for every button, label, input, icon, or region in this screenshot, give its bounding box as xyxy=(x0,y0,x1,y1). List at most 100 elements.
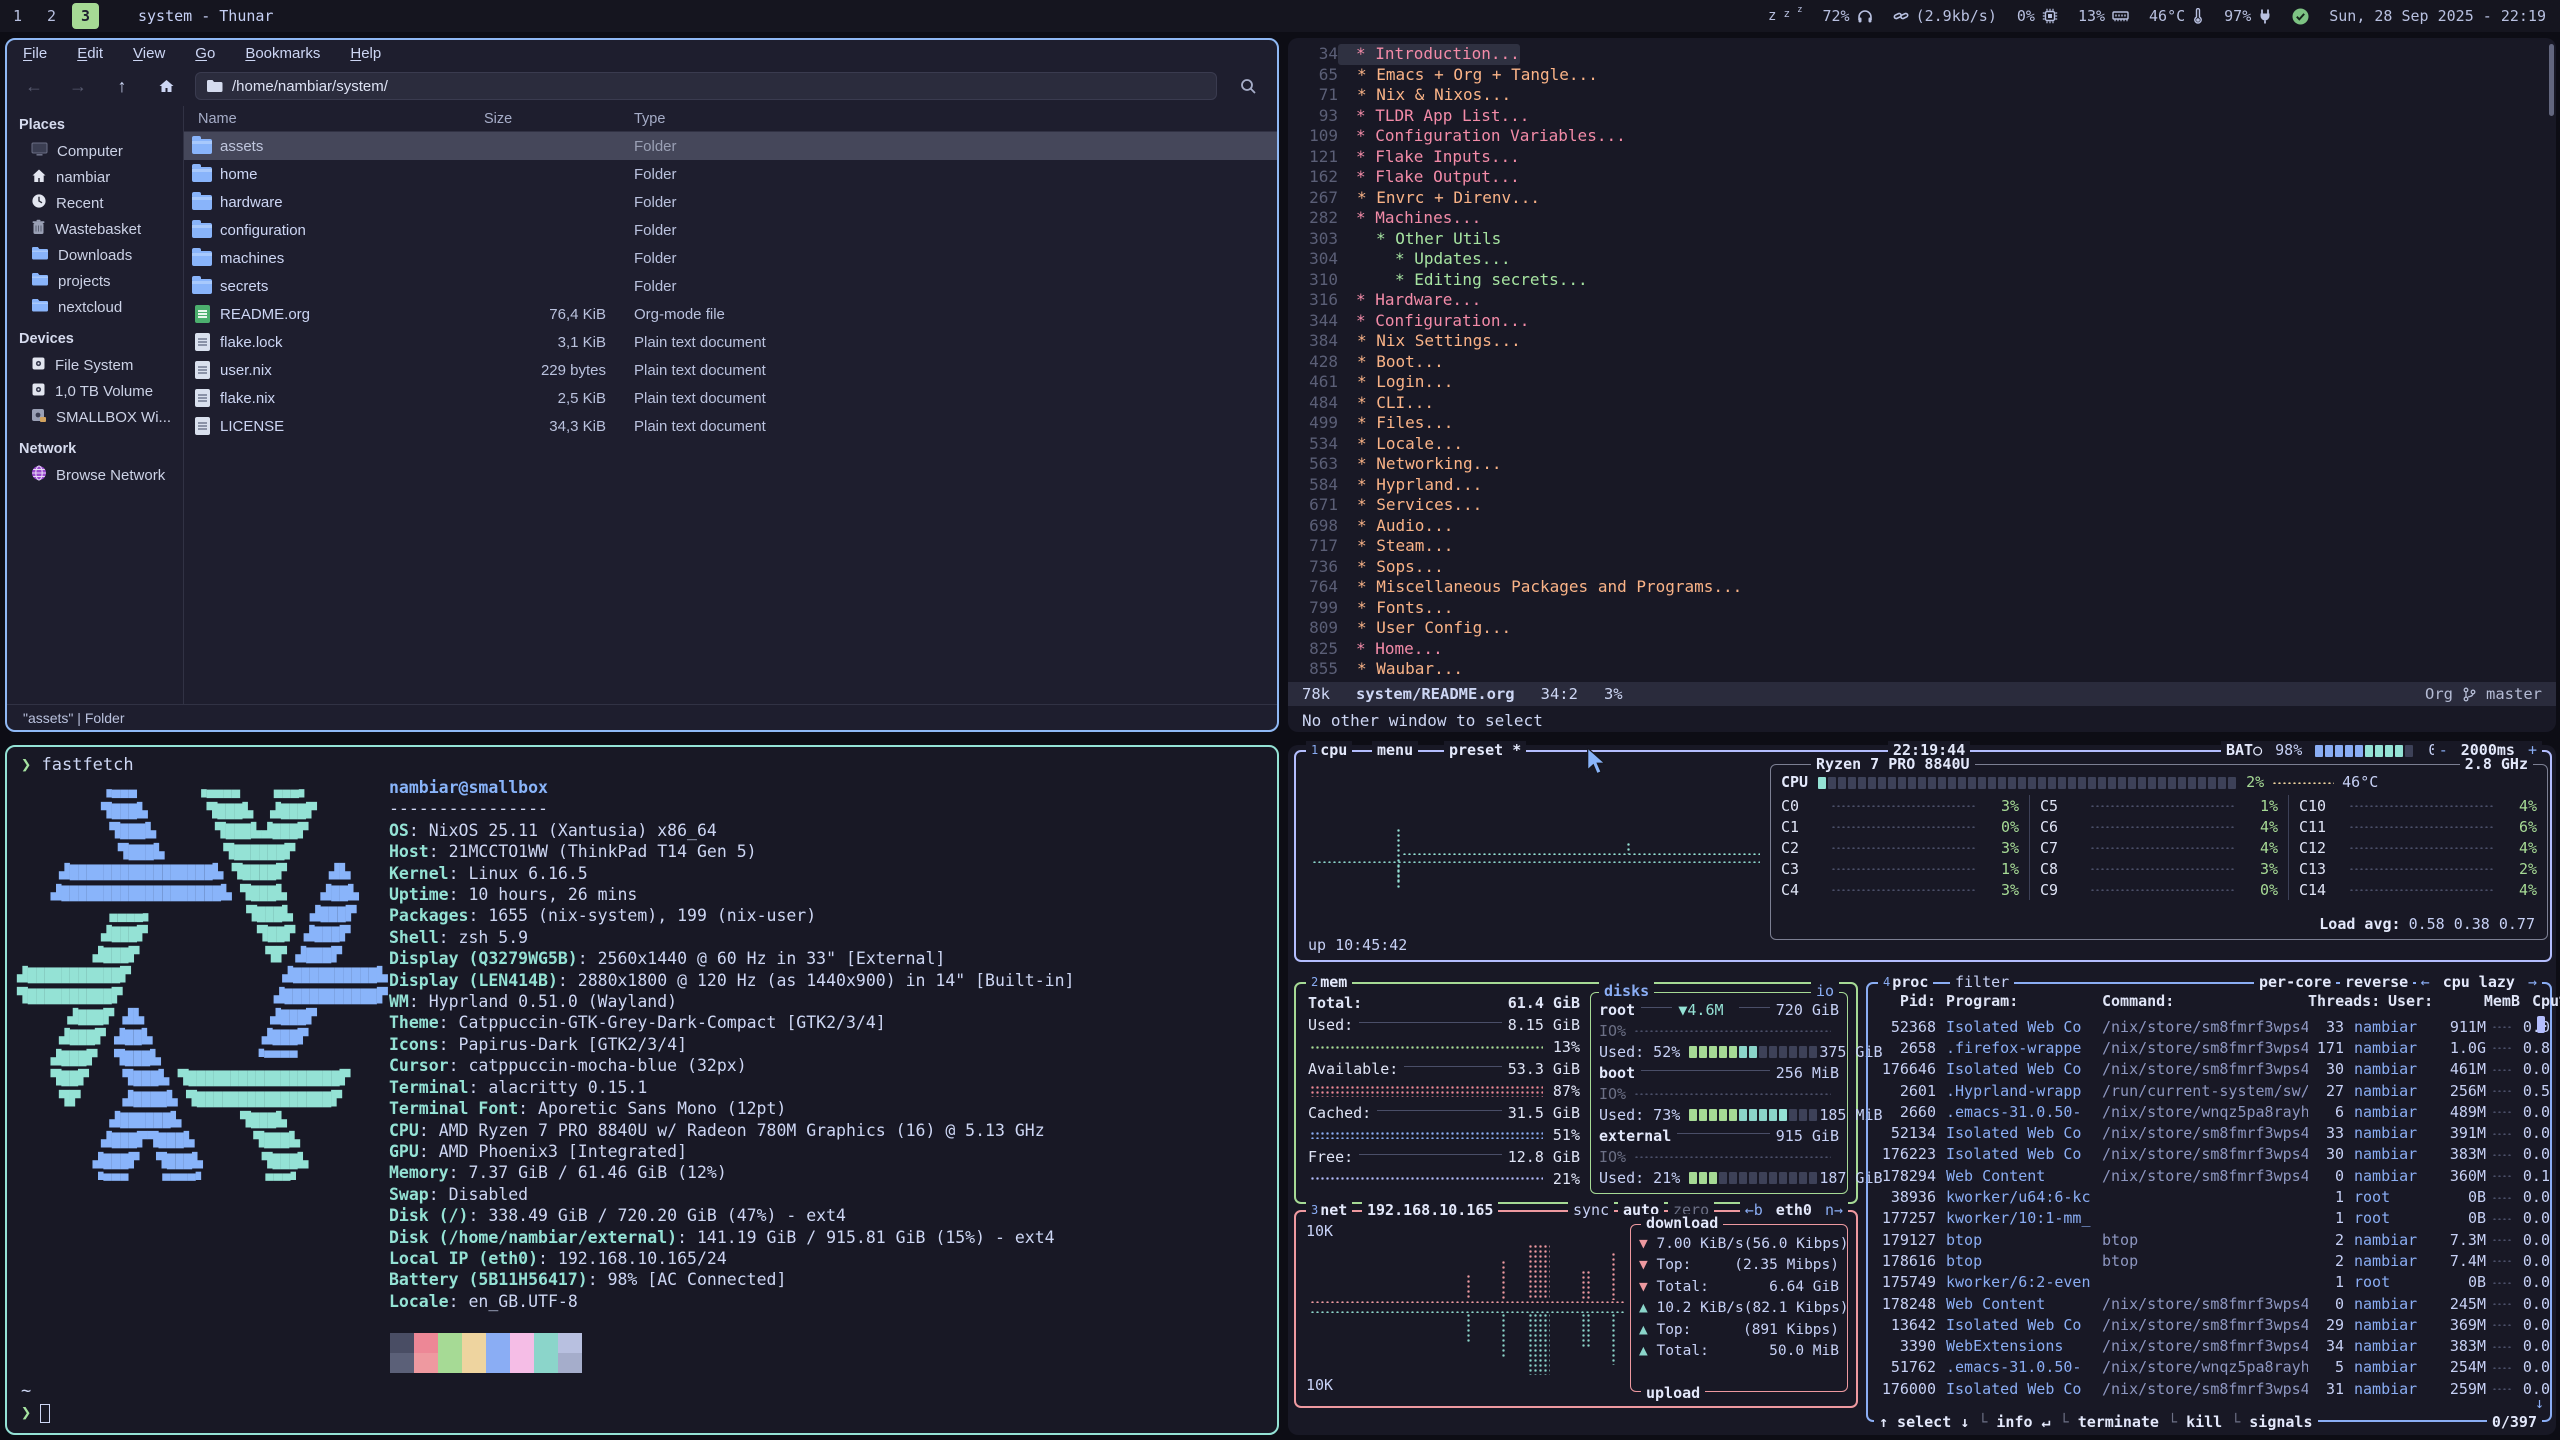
org-line[interactable]: 825* Home... xyxy=(1288,639,2556,660)
network-module[interactable]: (2.9kb/s) xyxy=(1893,7,1997,25)
sidebar-item-downloads[interactable]: Downloads xyxy=(7,242,183,268)
status-ok-badge[interactable] xyxy=(2292,8,2309,25)
file-row-secrets[interactable]: secretsFolder xyxy=(184,272,1277,300)
sort-selector[interactable]: ← cpu lazy → xyxy=(2416,973,2542,991)
org-line[interactable]: 461* Login... xyxy=(1288,372,2556,393)
file-row-README.org[interactable]: README.org76,4 KiBOrg-mode file xyxy=(184,300,1277,328)
org-line[interactable]: 484* CLI... xyxy=(1288,393,2556,414)
org-line[interactable]: 93* TLDR App List... xyxy=(1288,106,2556,127)
menu-edit[interactable]: Edit xyxy=(77,45,103,62)
filter-button[interactable]: filter xyxy=(1950,973,2014,991)
file-row-home[interactable]: homeFolder xyxy=(184,160,1277,188)
org-line[interactable]: 698* Audio... xyxy=(1288,516,2556,537)
file-row-hardware[interactable]: hardwareFolder xyxy=(184,188,1277,216)
sidebar-item-nambiar[interactable]: nambiar xyxy=(7,164,183,190)
org-line[interactable]: 799* Fonts... xyxy=(1288,598,2556,619)
scroll-down-indicator[interactable]: ↓ xyxy=(2535,1394,2544,1412)
net-sync-button[interactable]: sync xyxy=(1568,1201,1614,1219)
sidebar-item-computer[interactable]: Computer xyxy=(7,138,183,164)
workspace-3-active[interactable]: 3 xyxy=(72,3,99,29)
proc-row-176000[interactable]: 176000Isolated Web Co/nix/store/sm8fmrf3… xyxy=(1868,1378,2550,1399)
proc-row-179127[interactable]: 179127btopbtop2nambiar7.3M0.0 xyxy=(1868,1229,2550,1250)
org-line[interactable]: 717* Steam... xyxy=(1288,536,2556,557)
preset-button[interactable]: preset * xyxy=(1444,741,1526,759)
org-line[interactable]: 65* Emacs + Org + Tangle... xyxy=(1288,65,2556,86)
memory-module[interactable]: 13% xyxy=(2078,7,2129,25)
proc-row-52368[interactable]: 52368Isolated Web Co/nix/store/sm8fmrf3w… xyxy=(1868,1016,2550,1037)
org-line[interactable]: 282* Machines... xyxy=(1288,208,2556,229)
home-button[interactable] xyxy=(151,73,181,99)
proc-key-info[interactable]: info ↵ xyxy=(1996,1413,2050,1431)
per-core-button[interactable]: per-core xyxy=(2254,973,2336,991)
org-line[interactable]: 809* User Config... xyxy=(1288,618,2556,639)
menu-file[interactable]: File xyxy=(23,45,47,62)
forward-button[interactable]: → xyxy=(63,73,93,99)
proc-row-2601[interactable]: 2601.Hyprland-wrapp/run/current-system/s… xyxy=(1868,1080,2550,1101)
org-line[interactable]: 162* Flake Output... xyxy=(1288,167,2556,188)
reverse-button[interactable]: reverse xyxy=(2340,973,2413,991)
sidebar-item-smallbox-wi-[interactable]: SMALLBOX Wi... xyxy=(7,404,183,430)
volume-module[interactable]: 72% xyxy=(1823,7,1873,25)
tab-net[interactable]: 3net xyxy=(1306,1201,1352,1219)
workspace-2[interactable]: 2 xyxy=(38,3,65,29)
proc-row-176223[interactable]: 176223Isolated Web Co/nix/store/sm8fmrf3… xyxy=(1868,1144,2550,1165)
proc-row-38936[interactable]: 38936kworker/u64:6-kc1root0B0.0 xyxy=(1868,1186,2550,1207)
path-bar[interactable]: /home/nambiar/system/ xyxy=(195,72,1217,100)
file-row-configuration[interactable]: configurationFolder xyxy=(184,216,1277,244)
file-row-user.nix[interactable]: user.nix229 bytesPlain text document xyxy=(184,356,1277,384)
proc-row-51762[interactable]: 51762.emacs-31.0.50-/nix/store/wnqz5pa8r… xyxy=(1868,1357,2550,1378)
sidebar-item-browse-network[interactable]: Browse Network xyxy=(7,462,183,488)
column-type[interactable]: Type xyxy=(616,111,665,127)
proc-row-52134[interactable]: 52134Isolated Web Co/nix/store/sm8fmrf3w… xyxy=(1868,1123,2550,1144)
org-line[interactable]: 267* Envrc + Direnv... xyxy=(1288,188,2556,209)
proc-key-terminate[interactable]: terminate xyxy=(2078,1413,2159,1431)
menu-view[interactable]: View xyxy=(133,45,165,62)
workspace-1[interactable]: 1 xyxy=(4,3,31,29)
shell-prompt-empty[interactable]: ❯ xyxy=(21,1403,50,1423)
org-line[interactable]: 764* Miscellaneous Packages and Programs… xyxy=(1288,577,2556,598)
file-row-flake.lock[interactable]: flake.lock3,1 KiBPlain text document xyxy=(184,328,1277,356)
up-button[interactable]: ↑ xyxy=(107,73,137,99)
proc-row-177257[interactable]: 177257kworker/10:1-mm_1root0B0.0 xyxy=(1868,1208,2550,1229)
org-line[interactable]: 109* Configuration Variables... xyxy=(1288,126,2556,147)
sidebar-item-wastebasket[interactable]: Wastebasket xyxy=(7,216,183,242)
tab-proc[interactable]: 4proc xyxy=(1878,973,1933,991)
sidebar-item-file-system[interactable]: File System xyxy=(7,352,183,378)
proc-row-178294[interactable]: 178294Web Content/nix/store/sm8fmrf3wps4… xyxy=(1868,1165,2550,1186)
menu-go[interactable]: Go xyxy=(195,45,215,62)
org-line[interactable]: 34* Introduction... xyxy=(1288,44,2556,65)
proc-scrollbar-thumb[interactable] xyxy=(2537,1016,2545,1033)
file-row-LICENSE[interactable]: LICENSE34,3 KiBPlain text document xyxy=(184,412,1277,440)
org-line[interactable]: 736* Sops... xyxy=(1288,557,2556,578)
back-button[interactable]: ← xyxy=(19,73,49,99)
org-line[interactable]: 310* Editing secrets... xyxy=(1288,270,2556,291)
proc-row-178248[interactable]: 178248Web Content/nix/store/sm8fmrf3wps4… xyxy=(1868,1293,2550,1314)
net-interface-switcher[interactable]: ←b eth0 n→ xyxy=(1740,1201,1848,1219)
column-size[interactable]: Size xyxy=(484,111,616,127)
column-name[interactable]: Name xyxy=(184,111,484,127)
cpu-module[interactable]: 0% xyxy=(2017,7,2058,25)
search-button[interactable] xyxy=(1231,73,1265,99)
proc-row-176646[interactable]: 176646Isolated Web Co/nix/store/sm8fmrf3… xyxy=(1868,1059,2550,1080)
proc-row-178616[interactable]: 178616btopbtop2nambiar7.4M0.0 xyxy=(1868,1250,2550,1271)
header-cpu[interactable]: Cpu% xyxy=(2532,992,2560,1010)
header-memb[interactable]: MemB xyxy=(2468,992,2520,1010)
org-line[interactable]: 584* Hyprland... xyxy=(1288,475,2556,496)
proc-row-175749[interactable]: 175749kworker/6:2-even1root0B0.0 xyxy=(1868,1272,2550,1293)
clock-module[interactable]: Sun, 28 Sep 2025 - 22:19 xyxy=(2329,7,2546,25)
sidebar-item-recent[interactable]: Recent xyxy=(7,190,183,216)
sidebar-item-nextcloud[interactable]: nextcloud xyxy=(7,294,183,320)
org-line[interactable]: 303* Other Utils xyxy=(1288,229,2556,250)
org-line[interactable]: 499* Files... xyxy=(1288,413,2556,434)
org-line[interactable]: 855* Waubar... xyxy=(1288,659,2556,680)
sidebar-item-1-0-tb-volume[interactable]: 1,0 TB Volume xyxy=(7,378,183,404)
header-pid[interactable]: Pid: xyxy=(1868,992,1936,1010)
file-row-flake.nix[interactable]: flake.nix2,5 KiBPlain text document xyxy=(184,384,1277,412)
org-line[interactable]: 384* Nix Settings... xyxy=(1288,331,2556,352)
menu-button[interactable]: menu xyxy=(1372,741,1418,759)
idle-inhibitor-icon[interactable]: zzz xyxy=(1768,9,1802,23)
tab-mem[interactable]: 2mem xyxy=(1306,973,1352,991)
org-line[interactable]: 563* Networking... xyxy=(1288,454,2556,475)
org-line[interactable]: 121* Flake Inputs... xyxy=(1288,147,2556,168)
file-row-machines[interactable]: machinesFolder xyxy=(184,244,1277,272)
